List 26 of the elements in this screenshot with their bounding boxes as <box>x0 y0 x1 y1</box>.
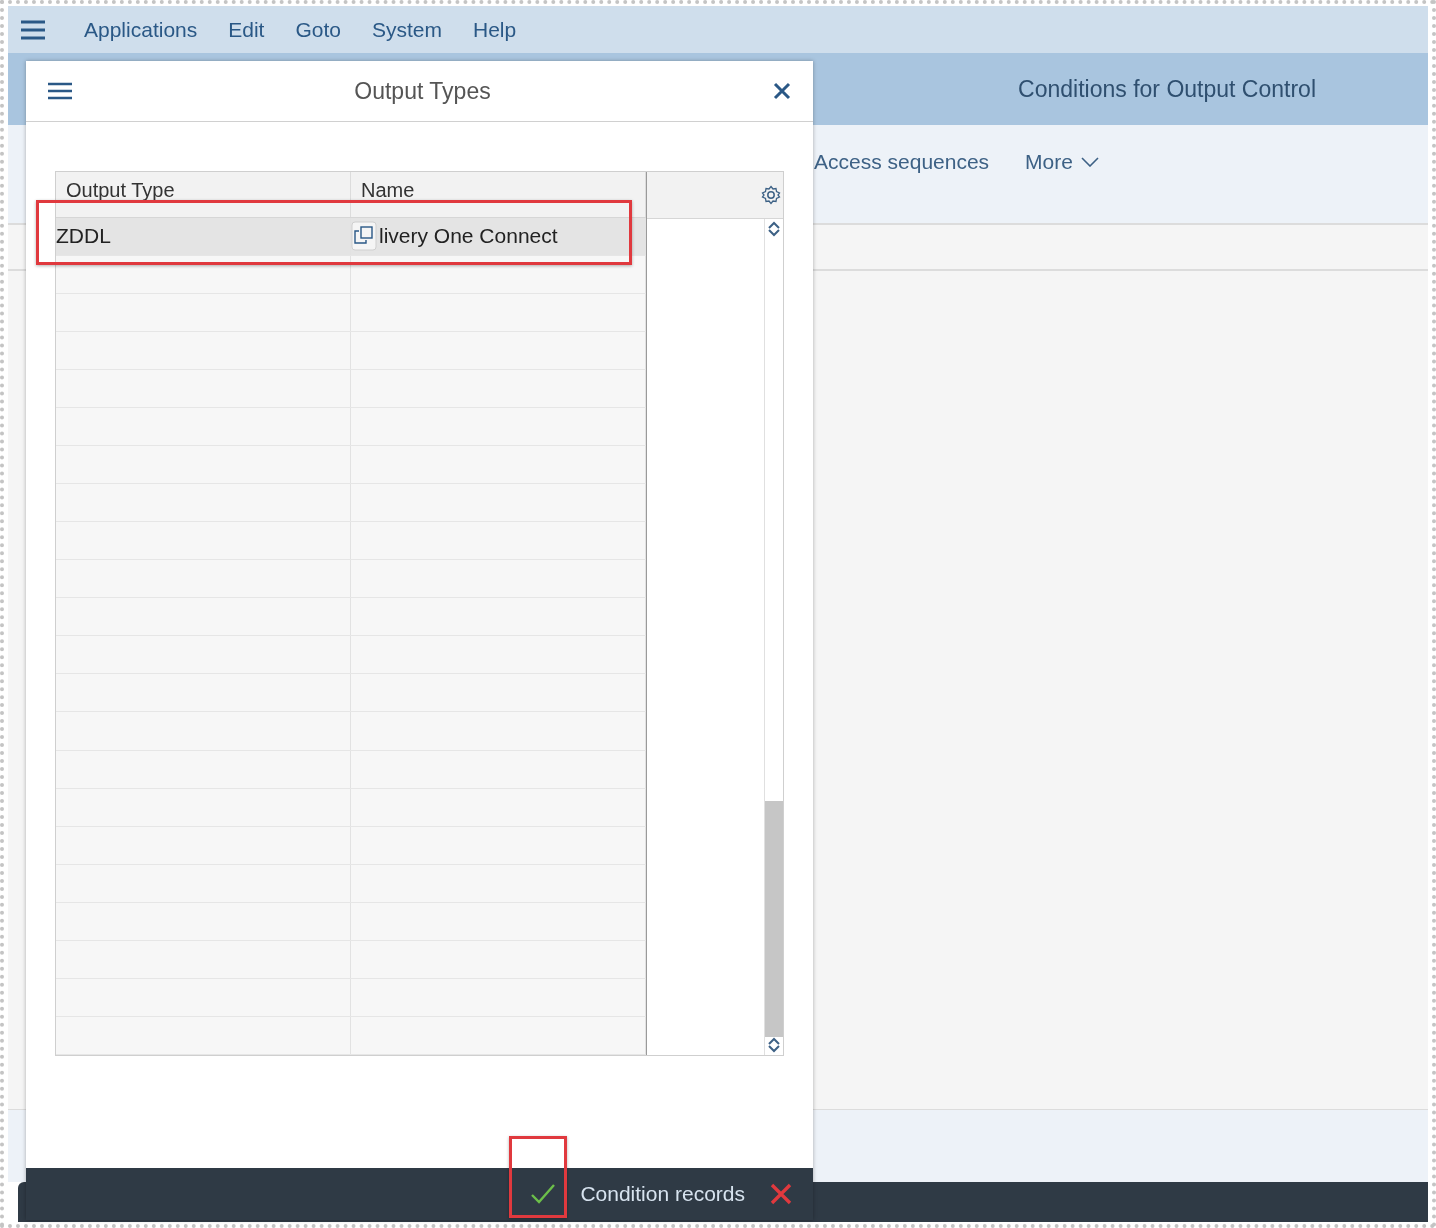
table-cell: livery One Connect <box>351 217 646 255</box>
menu-item[interactable]: Help <box>472 17 517 42</box>
scroll-thumb[interactable] <box>765 801 783 1037</box>
app-title: Conditions for Output Control <box>1018 75 1316 103</box>
copy-icon[interactable] <box>351 221 377 252</box>
menu-item[interactable]: Edit <box>228 17 265 42</box>
menu-item[interactable]: Goto <box>295 17 341 42</box>
chevron-down-icon <box>1080 156 1099 167</box>
settings-icon[interactable] <box>761 185 781 205</box>
chevron-down-icon[interactable] <box>768 229 780 237</box>
table-row[interactable]: ZDDL livery One Connect <box>56 217 646 256</box>
close-icon[interactable] <box>771 80 793 102</box>
condition-records-button[interactable]: Condition records <box>576 1178 749 1210</box>
dialog-title: Output Types <box>354 77 491 105</box>
chevron-up-icon[interactable] <box>768 1037 780 1045</box>
menu-item[interactable]: Applications <box>84 17 198 42</box>
toolbar-link[interactable]: Access sequences <box>814 149 990 174</box>
column-header[interactable]: Name <box>351 172 646 217</box>
chevron-down-icon[interactable] <box>768 1045 780 1053</box>
column-header[interactable]: Output Type <box>56 172 351 217</box>
menu-icon[interactable] <box>46 80 74 102</box>
menu-item[interactable]: System <box>371 17 442 42</box>
scrollbar[interactable] <box>764 219 783 1055</box>
chevron-up-icon[interactable] <box>768 221 780 229</box>
more-menu[interactable]: More <box>1025 149 1099 174</box>
menu-icon[interactable] <box>20 19 46 40</box>
